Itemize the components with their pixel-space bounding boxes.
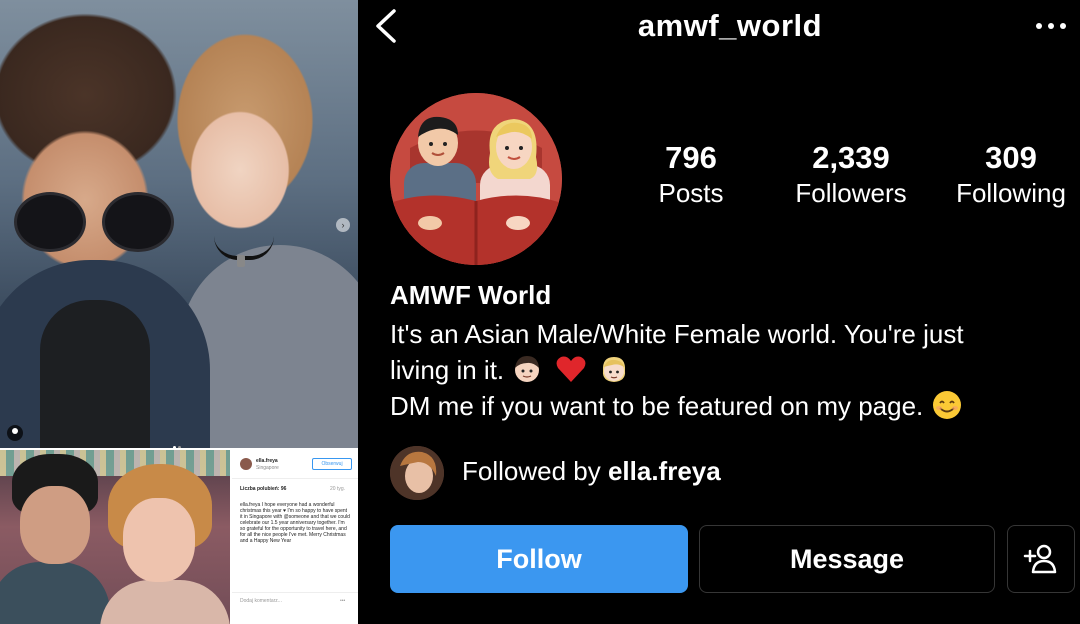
posts-count: 796 <box>665 140 717 175</box>
following-count: 309 <box>985 140 1037 175</box>
profile-display-name: AMWF World <box>390 280 552 310</box>
profile-avatar[interactable] <box>390 93 562 265</box>
chevron-left-icon[interactable] <box>370 8 402 44</box>
suggested-users-button[interactable] <box>1007 525 1075 593</box>
bio-line-3-text: DM me if you want to be featured on my p… <box>390 391 924 421</box>
message-button[interactable]: Message <box>699 525 995 593</box>
bio-line-3: DM me if you want to be featured on my p… <box>390 388 1070 424</box>
post-likes: Liczba polubień: 96 <box>240 486 287 492</box>
post-time: 20 tyg. <box>330 486 346 492</box>
stat-following[interactable]: 309 Following <box>936 140 1080 210</box>
bio-line-2: living in it. <box>390 352 1070 388</box>
photo-collage: › ella.freya Singapore Obserwuj Liczba p… <box>0 0 358 624</box>
stat-posts[interactable]: 796 Posts <box>616 140 766 210</box>
followed-by-text[interactable]: Followed by ella.freya <box>462 456 721 487</box>
profile-bio: It's an Asian Male/White Female world. Y… <box>390 316 1070 424</box>
carousel-next-icon[interactable]: › <box>336 218 350 232</box>
following-label: Following <box>956 178 1066 208</box>
bio-line-2-text: living in it. <box>390 355 505 385</box>
post-caption-text: ella.freya I hope everyone had a wonderf… <box>240 502 350 544</box>
post-follow-button[interactable]: Obserwuj <box>312 458 352 470</box>
followed-by-prefix: Followed by <box>462 456 601 486</box>
cartoon-couple-in-bed-illustration <box>390 93 562 265</box>
add-person-icon <box>1023 544 1057 574</box>
followed-by-avatar[interactable] <box>390 446 444 500</box>
carousel-dots <box>172 436 182 448</box>
couple-photo-2[interactable] <box>0 450 230 624</box>
posts-label: Posts <box>658 178 724 208</box>
follow-button[interactable]: Follow <box>390 525 688 593</box>
profile-username-title: amwf_world <box>637 8 823 43</box>
blonde-woman-emoji-icon <box>602 357 625 382</box>
comment-input[interactable]: Dodaj komentarz... <box>240 598 282 604</box>
red-heart-emoji-icon <box>556 356 586 382</box>
user-tag-icon[interactable] <box>7 425 23 441</box>
followers-count: 2,339 <box>812 140 890 175</box>
sunglasses-lens-left <box>14 192 86 252</box>
followers-label: Followers <box>795 178 907 208</box>
post-location[interactable]: Singapore <box>256 465 279 471</box>
smiling-face-emoji-icon <box>932 391 961 419</box>
sunglasses-lens-right <box>102 192 174 252</box>
post-caption-panel: ella.freya Singapore Obserwuj Liczba pol… <box>232 450 358 624</box>
bio-line-1: It's an Asian Male/White Female world. Y… <box>390 319 964 349</box>
post-more-icon[interactable]: ••• <box>340 598 345 604</box>
more-horizontal-icon[interactable] <box>1034 20 1068 32</box>
avatar[interactable] <box>240 458 252 470</box>
boy-emoji-icon <box>515 356 540 382</box>
stat-followers[interactable]: 2,339 Followers <box>776 140 926 210</box>
followed-by-username[interactable]: ella.freya <box>608 456 721 486</box>
couple-selfie-photo[interactable]: › <box>0 0 358 448</box>
post-username[interactable]: ella.freya <box>256 458 278 464</box>
